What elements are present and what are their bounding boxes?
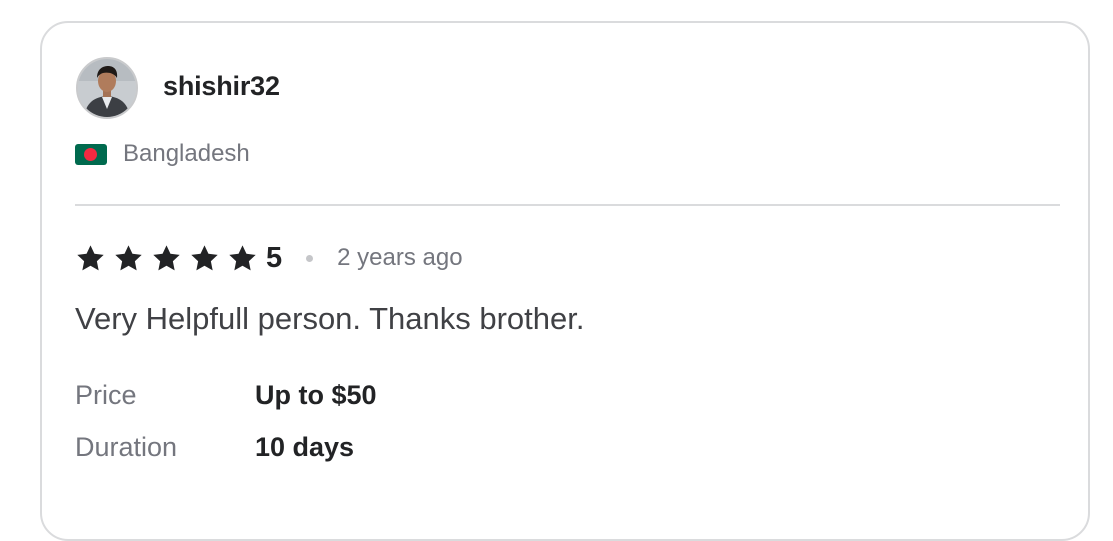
divider bbox=[75, 204, 1060, 206]
username[interactable]: shishir32 bbox=[163, 71, 280, 102]
star-icon bbox=[189, 243, 220, 274]
country-name: Bangladesh bbox=[123, 140, 250, 167]
duration-label: Duration bbox=[75, 432, 178, 462]
star-icon bbox=[151, 243, 182, 274]
rating-row: 5 2 years ago bbox=[75, 239, 463, 277]
review-card: shishir32 Bangladesh 5 2 years ago Very … bbox=[40, 21, 1090, 541]
separator-dot bbox=[306, 254, 314, 262]
country-row: Bangladesh bbox=[75, 140, 250, 168]
duration-value: 10 days bbox=[255, 432, 355, 462]
star-icon bbox=[113, 243, 144, 274]
star-rating bbox=[75, 243, 265, 274]
review-text: Very Helpfull person. Thanks brother. bbox=[75, 301, 585, 336]
price-label: Price bbox=[75, 380, 137, 410]
bangladesh-flag-icon bbox=[75, 143, 107, 165]
avatar-photo-icon bbox=[78, 59, 136, 117]
price-value: Up to $50 bbox=[255, 380, 377, 410]
star-icon bbox=[227, 243, 258, 274]
avatar[interactable] bbox=[76, 57, 138, 119]
rating-value: 5 bbox=[266, 241, 283, 274]
star-icon bbox=[75, 243, 106, 274]
review-time: 2 years ago bbox=[337, 244, 463, 271]
